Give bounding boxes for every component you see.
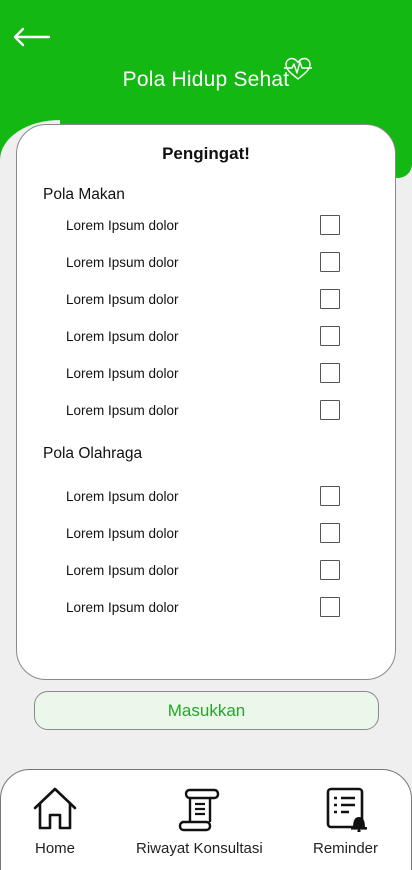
checklist-checkbox[interactable] [320, 289, 340, 309]
nav-item-reminder[interactable]: Reminder [313, 786, 378, 857]
nav-label-riwayat-konsultasi: Riwayat Konsultasi [136, 840, 263, 857]
checklist-label: Lorem Ipsum dolor [66, 254, 179, 270]
checklist-label: Lorem Ipsum dolor [66, 599, 179, 615]
checklist-label: Lorem Ipsum dolor [66, 488, 179, 504]
checklist-row: Lorem Ipsum dolor [66, 596, 340, 618]
checklist-checkbox[interactable] [320, 523, 340, 543]
checklist-checkbox[interactable] [320, 252, 340, 272]
reminder-list-bell-icon [326, 787, 367, 832]
checklist-checkbox[interactable] [320, 486, 340, 506]
arrow-left-icon [13, 27, 51, 47]
nav-item-riwayat-konsultasi[interactable]: Riwayat Konsultasi [136, 786, 263, 857]
submit-button[interactable]: Masukkan [34, 691, 379, 730]
checklist-checkbox[interactable] [320, 363, 340, 383]
checklist-checkbox[interactable] [320, 597, 340, 617]
page-title: Pola Hidup Sehat [123, 57, 313, 92]
back-button[interactable] [10, 24, 52, 50]
checklist-row: Lorem Ipsum dolor [66, 251, 340, 273]
nav-label-home: Home [34, 840, 75, 857]
checklist-label: Lorem Ipsum dolor [66, 365, 179, 381]
checklist-checkbox[interactable] [320, 326, 340, 346]
checklist-label: Lorem Ipsum dolor [66, 291, 179, 307]
checklist-row: Lorem Ipsum dolor [66, 485, 340, 507]
home-icon [33, 787, 77, 830]
section-title-pola-makan: Pola Makan [43, 186, 125, 203]
checklist-checkbox[interactable] [320, 400, 340, 420]
bottom-navigation: Home Riwayat Konsultasi Reminder [0, 769, 412, 870]
section-title-pola-olahraga: Pola Olahraga [43, 445, 143, 462]
checklist-row: Lorem Ipsum dolor [66, 325, 340, 347]
checklist-label: Lorem Ipsum dolor [66, 402, 179, 418]
nav-label-reminder: Reminder [313, 840, 379, 857]
heartbeat-icon [284, 57, 313, 80]
checklist-label: Lorem Ipsum dolor [66, 525, 179, 541]
checklist-row: Lorem Ipsum dolor [66, 522, 340, 544]
checklist-label: Lorem Ipsum dolor [66, 328, 179, 344]
card-title: Pengingat! [162, 144, 250, 163]
reminder-card: Pengingat! Pola Makan Lorem Ipsum dolor … [16, 124, 396, 680]
checklist-label: Lorem Ipsum dolor [66, 562, 179, 578]
nav-item-home[interactable]: Home [32, 786, 78, 857]
checklist-label: Lorem Ipsum dolor [66, 217, 179, 233]
checklist-row: Lorem Ipsum dolor [66, 288, 340, 310]
checklist-row: Lorem Ipsum dolor [66, 399, 340, 421]
checklist-checkbox[interactable] [320, 560, 340, 580]
scroll-icon [179, 788, 220, 832]
checklist-checkbox[interactable] [320, 215, 340, 235]
checklist-row: Lorem Ipsum dolor [66, 362, 340, 384]
checklist-row: Lorem Ipsum dolor [66, 214, 340, 236]
checklist-row: Lorem Ipsum dolor [66, 559, 340, 581]
